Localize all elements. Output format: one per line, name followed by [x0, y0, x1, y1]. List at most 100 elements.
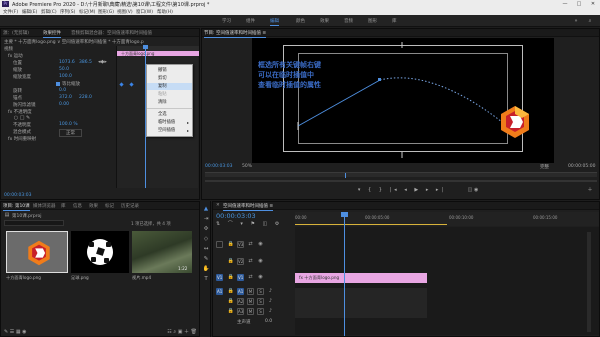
- lock-icon[interactable]: 🔒: [227, 274, 235, 280]
- menu-item-temporal-interpolation[interactable]: 临时插值 ▸: [147, 119, 192, 126]
- work-area-bar[interactable]: [295, 224, 447, 225]
- source-patch-a1[interactable]: A1: [216, 288, 223, 295]
- type-tool-icon[interactable]: T: [202, 275, 210, 283]
- solo-button[interactable]: S: [257, 308, 264, 315]
- microphone-icon[interactable]: ♪: [267, 298, 274, 304]
- time-remap-label[interactable]: fx 时间重映射: [8, 136, 36, 142]
- workspace-graphics[interactable]: 图形: [368, 18, 377, 24]
- mask-shape-icons[interactable]: ○ □ ✎: [13, 115, 31, 121]
- tab-audio-mixer[interactable]: 音频剪辑混合器：空间值速率和时间插值: [71, 30, 152, 36]
- menu-item-clear[interactable]: 清除: [147, 99, 192, 106]
- menu-item-cut[interactable]: 剪切: [147, 75, 192, 82]
- lock-icon[interactable]: 🔒: [227, 308, 235, 314]
- mute-button[interactable]: M: [247, 308, 254, 315]
- track-target-toggle[interactable]: [216, 241, 223, 248]
- microphone-icon[interactable]: ♪: [267, 308, 274, 314]
- close-button[interactable]: ✕: [586, 0, 600, 8]
- selection-tool-icon[interactable]: ▲: [202, 205, 210, 213]
- track-v3-button[interactable]: V3: [237, 241, 244, 248]
- add-button-icon[interactable]: ＋: [586, 187, 594, 193]
- ripple-edit-tool-icon[interactable]: ✣: [202, 225, 210, 233]
- track-a2-button[interactable]: A2: [237, 298, 244, 305]
- program-monitor-tab[interactable]: 节目: 空间值速率和时间插值 ≡: [204, 30, 267, 38]
- hexagon-logo-image[interactable]: [498, 105, 532, 139]
- slip-tool-icon[interactable]: ↔: [202, 245, 210, 253]
- project-view-controls[interactable]: ✎ ☰ ▦ ◉: [4, 329, 54, 335]
- program-playhead[interactable]: [345, 173, 346, 178]
- workspace-assembly[interactable]: 组件: [246, 18, 255, 24]
- tab-media-browser[interactable]: 媒体浏览器: [33, 203, 56, 209]
- sync-lock-icon[interactable]: ⇄: [247, 258, 254, 264]
- track-a1-button[interactable]: A1: [237, 288, 244, 295]
- hand-tool-icon[interactable]: ✋: [202, 265, 210, 273]
- opacity-value[interactable]: 100.0 %: [59, 122, 78, 127]
- master-volume-value[interactable]: 0.0: [265, 319, 272, 324]
- scale-width-value[interactable]: 100.0: [59, 74, 72, 79]
- search-input[interactable]: [4, 220, 64, 226]
- lock-icon[interactable]: 🔒: [227, 298, 235, 304]
- eye-icon[interactable]: ◉: [257, 274, 264, 280]
- project-item-thumbnail[interactable]: [71, 231, 129, 273]
- solo-button[interactable]: S: [257, 298, 264, 305]
- program-video-frame[interactable]: 框选所有关键帧右键 可以在临时插值中 查看临时插值的属性: [252, 38, 554, 163]
- timeline-clip[interactable]: fx 十方面青logo.png: [295, 273, 427, 283]
- anchor-y-value[interactable]: 228.0: [79, 95, 92, 100]
- search-icon[interactable]: ⌕: [586, 18, 594, 24]
- program-timecode[interactable]: 00:00:03:03: [205, 164, 232, 169]
- source-patch-v1[interactable]: V1: [216, 274, 223, 281]
- rotation-value[interactable]: 0.0: [59, 88, 66, 93]
- minimize-button[interactable]: —: [558, 0, 572, 8]
- eye-icon[interactable]: ◉: [257, 241, 264, 247]
- close-icon[interactable]: ✕: [216, 203, 220, 208]
- tab-markers[interactable]: 标记: [105, 203, 114, 209]
- menu-item-undo[interactable]: 撤销: [147, 67, 192, 74]
- solo-button[interactable]: S: [257, 288, 264, 295]
- lock-icon[interactable]: 🔒: [227, 288, 235, 294]
- track-a3-button[interactable]: A3: [237, 308, 244, 315]
- workspace-effects[interactable]: 效果: [320, 18, 329, 24]
- track-v2-button[interactable]: V2: [237, 258, 244, 265]
- lock-icon[interactable]: 🔒: [227, 258, 235, 264]
- maximize-button[interactable]: □: [572, 0, 586, 8]
- program-scrub-bar[interactable]: [205, 172, 597, 178]
- lock-icon[interactable]: 🔒: [227, 241, 235, 247]
- track-v1-button[interactable]: V1: [237, 274, 244, 281]
- workspace-menu-icon[interactable]: »: [572, 18, 580, 24]
- uniform-scale-checkbox[interactable]: [56, 82, 60, 86]
- sync-lock-icon[interactable]: ⇄: [247, 241, 254, 247]
- timeline-toolbar-icons[interactable]: ⇅ ⌒ ▾ ⚑ ◫ ⚙: [216, 221, 286, 227]
- keyframe-diamond[interactable]: [129, 82, 134, 87]
- timeline-playhead[interactable]: [344, 216, 345, 336]
- project-item-thumbnail[interactable]: 1:22: [132, 231, 192, 273]
- zoom-select[interactable]: 50%: [242, 164, 252, 169]
- mute-button[interactable]: M: [247, 298, 254, 305]
- track-select-tool-icon[interactable]: ⇥: [202, 215, 210, 223]
- tab-effect-controls[interactable]: 效果控件: [43, 30, 61, 38]
- sync-lock-icon[interactable]: ⇄: [247, 274, 254, 280]
- microphone-icon[interactable]: ♪: [267, 288, 274, 294]
- mute-button[interactable]: M: [247, 288, 254, 295]
- razor-tool-icon[interactable]: ◇: [202, 235, 210, 243]
- program-zoom-bar[interactable]: [205, 180, 597, 182]
- resolution-select[interactable]: 完整: [540, 164, 549, 170]
- blend-mode-select[interactable]: 正常: [59, 129, 82, 137]
- position-y-value[interactable]: 386.5: [79, 60, 92, 65]
- menu-item-spatial-interpolation[interactable]: 空间插值 ▸: [147, 127, 192, 134]
- keyframe-nav-icon[interactable]: ◂◆▸: [98, 59, 107, 65]
- menu-item-copy[interactable]: 复制: [147, 83, 192, 90]
- mini-playhead-handle[interactable]: [143, 45, 148, 49]
- keyframe-diamond[interactable]: [119, 82, 124, 87]
- pen-tool-icon[interactable]: ✎: [202, 255, 210, 263]
- anchor-x-value[interactable]: 372.0: [59, 95, 72, 100]
- mini-clip-bar[interactable]: 十方面青logo.png: [117, 51, 199, 56]
- anti-flicker-value[interactable]: 0.00: [59, 102, 69, 107]
- tab-effects[interactable]: 效果: [89, 203, 98, 209]
- transport-controls[interactable]: ▾ { } |◂ ◂ ▶ ▸ ▸|: [352, 187, 452, 193]
- tab-source[interactable]: 源：(无剪辑): [3, 30, 29, 36]
- workspace-learn[interactable]: 学习: [222, 18, 231, 24]
- workspace-color[interactable]: 颜色: [296, 18, 305, 24]
- workspace-audio[interactable]: 音频: [344, 18, 353, 24]
- eye-icon[interactable]: ◉: [257, 258, 264, 264]
- motion-effect-label[interactable]: fx 运动: [8, 53, 23, 59]
- project-footer-controls[interactable]: ☷ ⌕ ▣ ＋ 🗑: [151, 329, 197, 335]
